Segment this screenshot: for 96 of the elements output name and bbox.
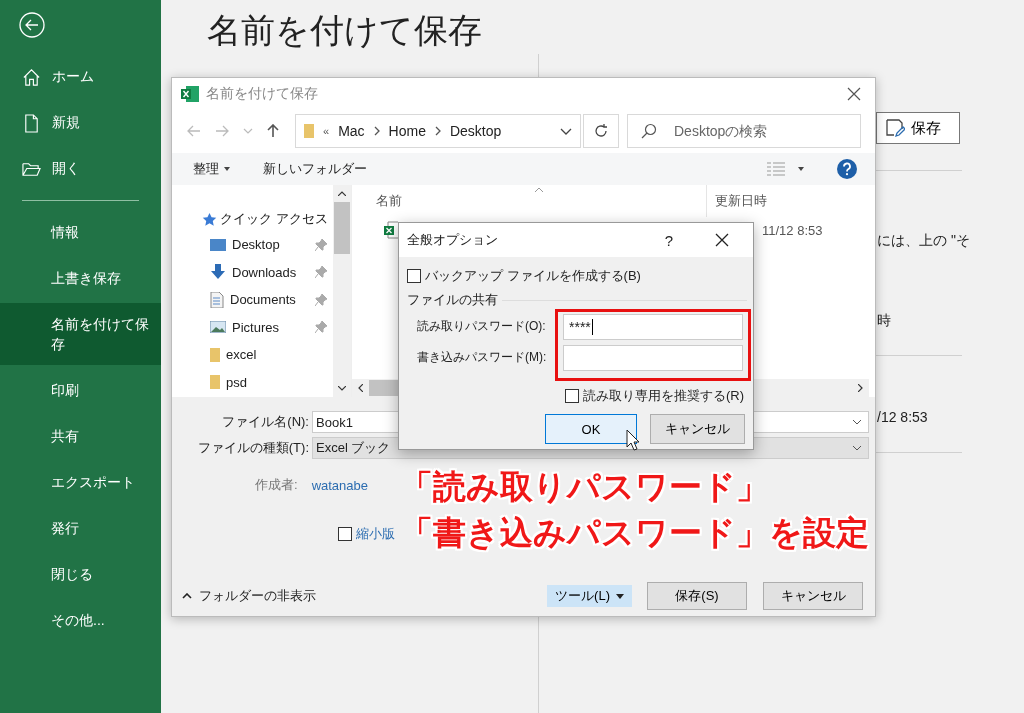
excel-icon xyxy=(180,84,200,103)
back-icon[interactable] xyxy=(19,12,45,38)
sidebar-item[interactable]: 閉じる xyxy=(0,551,161,597)
thumbnail-label[interactable]: 縮小版 xyxy=(356,525,395,543)
save-button[interactable]: 保存(S) xyxy=(647,582,747,610)
nav-item[interactable]: excel xyxy=(202,341,333,369)
author-label: 作成者: xyxy=(255,476,298,494)
picture-icon xyxy=(210,321,226,334)
nav-item[interactable]: Desktop xyxy=(202,231,333,259)
nav-item[interactable]: Downloads xyxy=(202,258,333,286)
home-icon xyxy=(22,67,41,87)
caret-icon[interactable] xyxy=(798,167,804,171)
field-label: 書き込みパスワード(M): xyxy=(416,349,548,366)
page-title: 名前を付けて保存 xyxy=(207,10,483,51)
sidebar-item[interactable]: 発行 xyxy=(0,505,161,551)
chevron-right-icon xyxy=(434,126,441,136)
sidebar-item[interactable]: 共有 xyxy=(0,413,161,459)
window-title: 名前を付けて保存 xyxy=(206,84,318,103)
hide-folders-link[interactable]: フォルダーの非表示 xyxy=(199,587,316,605)
scrollbar[interactable] xyxy=(333,185,351,397)
column-header[interactable]: 名前 xyxy=(352,192,706,210)
checkbox[interactable] xyxy=(407,269,421,283)
sidebar-item[interactable]: 開く xyxy=(0,146,161,192)
sidebar-item[interactable]: エクスポート xyxy=(0,459,161,505)
checkbox-label[interactable]: バックアップ ファイルを作成する(B) xyxy=(425,267,641,285)
help-icon[interactable] xyxy=(837,159,857,179)
annotation-text: 「書き込みパスワード」を設定 xyxy=(400,513,869,553)
annotation-text: 「読み取りパスワード」 xyxy=(400,467,770,507)
description-text: 時 xyxy=(877,311,891,329)
address-bar[interactable]: « Mac Home Desktop xyxy=(295,114,581,148)
breadcrumb[interactable]: Home xyxy=(388,123,426,139)
up-arrow-icon[interactable] xyxy=(267,124,279,138)
caret-icon xyxy=(616,593,624,599)
chevron-down-icon xyxy=(852,445,862,451)
monitor-icon xyxy=(210,237,226,252)
cursor-icon xyxy=(626,429,640,451)
dialog-title: 全般オプション xyxy=(407,231,498,249)
checkbox[interactable] xyxy=(338,527,352,541)
date-text: /12 8:53 xyxy=(877,408,928,426)
checkbox-label[interactable]: 読み取り専用を推奨する(R) xyxy=(583,387,745,405)
breadcrumb[interactable]: Desktop xyxy=(449,123,502,139)
scroll-down-icon[interactable] xyxy=(338,386,346,391)
scrollbar-thumb[interactable] xyxy=(334,202,350,254)
password-field[interactable] xyxy=(563,344,743,371)
password-field[interactable]: **** xyxy=(563,313,743,340)
scroll-up-icon[interactable] xyxy=(338,191,346,196)
scroll-left-icon[interactable] xyxy=(358,384,363,392)
download-arrow-icon xyxy=(210,264,226,281)
sidebar-item[interactable]: 印刷 xyxy=(0,367,161,413)
nav-item[interactable]: クイック アクセス xyxy=(202,207,333,231)
ok-button[interactable]: OK xyxy=(545,414,637,444)
organize-menu[interactable]: 整理 xyxy=(193,160,219,178)
nav-item[interactable]: psd xyxy=(202,368,333,396)
chevron-down-icon[interactable] xyxy=(852,419,862,425)
field-label: ファイル名(N): xyxy=(221,413,310,431)
sidebar-item[interactable]: 情報 xyxy=(0,209,161,255)
cancel-button[interactable]: キャンセル xyxy=(763,582,863,610)
close-icon[interactable] xyxy=(715,233,729,247)
chevron-up-icon[interactable] xyxy=(182,593,192,599)
chevron-down-icon[interactable] xyxy=(560,127,572,135)
refresh-icon xyxy=(593,123,609,139)
close-icon[interactable] xyxy=(847,86,861,101)
document-icon xyxy=(22,113,41,133)
sort-caret-icon xyxy=(534,187,544,193)
refresh-button[interactable] xyxy=(583,114,619,148)
save-icon xyxy=(885,118,905,138)
sidebar-item[interactable]: ホーム xyxy=(0,54,161,100)
help-button[interactable]: ? xyxy=(664,231,673,249)
column-header[interactable]: 更新日時 xyxy=(706,185,767,217)
field-label: 読み取りパスワード(O): xyxy=(416,318,547,335)
save-button[interactable]: 保存 xyxy=(876,112,960,144)
field-label: ファイルの種類(T): xyxy=(196,439,310,457)
scroll-right-icon[interactable] xyxy=(858,384,863,392)
date-cell: 11/12 8:53 xyxy=(762,222,823,238)
caret-icon xyxy=(224,167,230,171)
checkbox[interactable] xyxy=(565,389,579,403)
folder-icon xyxy=(210,374,220,391)
group-label: ファイルの共有 xyxy=(407,291,498,309)
sidebar-item[interactable]: 新規 xyxy=(0,100,161,146)
description-text: には、上の "そ xyxy=(877,231,970,249)
star-icon xyxy=(202,211,217,227)
new-folder-button[interactable]: 新しいフォルダー xyxy=(263,160,367,178)
sidebar-item[interactable]: その他... xyxy=(0,597,161,643)
nav-item[interactable]: Pictures xyxy=(202,313,333,341)
nav-item[interactable]: Documents xyxy=(202,286,333,314)
sidebar-item[interactable]: 名前を付けて保存 xyxy=(0,303,161,365)
cancel-button[interactable]: キャンセル xyxy=(650,414,745,444)
search-field[interactable]: Desktopの検索 xyxy=(627,114,861,148)
breadcrumb[interactable]: Mac xyxy=(338,123,365,139)
folder-icon xyxy=(210,346,220,363)
author-link[interactable]: watanabe xyxy=(311,477,368,493)
chevron-right-icon xyxy=(373,126,380,136)
sidebar-item[interactable]: 上書き保存 xyxy=(0,255,161,301)
document-icon xyxy=(210,291,224,308)
tools-button[interactable]: ツール(L) xyxy=(547,585,632,607)
folder-icon xyxy=(304,123,314,139)
